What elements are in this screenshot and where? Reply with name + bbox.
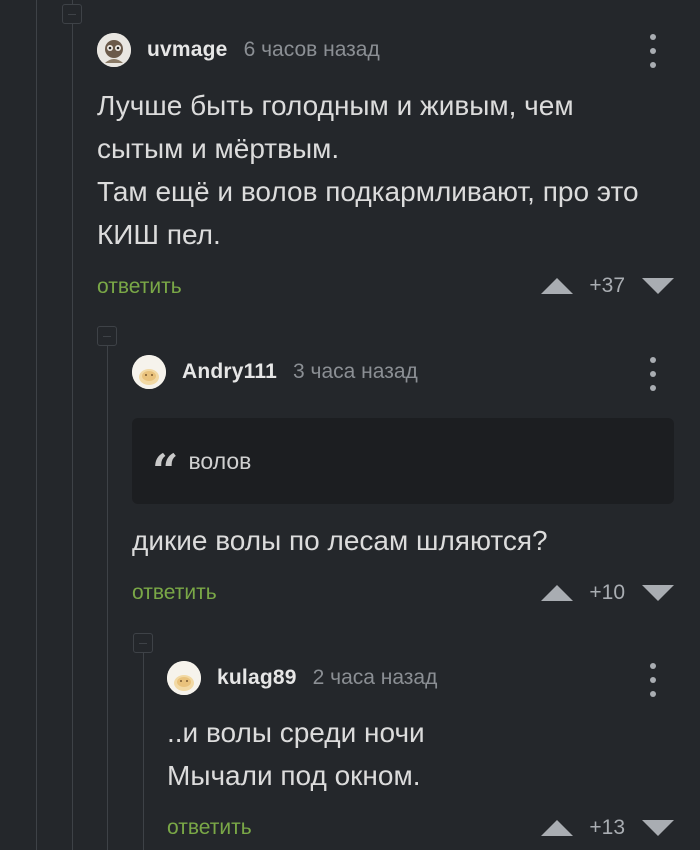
vote-score: +13 — [589, 816, 625, 839]
thread-line — [143, 645, 144, 850]
quote-block: “ волов — [132, 418, 674, 504]
avatar[interactable] — [167, 661, 201, 695]
thread-line — [72, 0, 73, 850]
comment: Andry111 3 часа назад “ волов дикие волы… — [132, 320, 700, 620]
comment-text-line: ..и волы среди ночи — [167, 717, 425, 748]
comment-text-line: Лучше быть голодным и живым, чем — [97, 90, 574, 121]
vote-score: +37 — [589, 274, 625, 297]
vote-controls: +10 — [541, 578, 674, 608]
comment-text: дикие волы по лесам шляются? — [132, 519, 692, 562]
comment-text-line: Там ещё и волов подкармливают, про это — [97, 176, 639, 207]
more-vertical-icon[interactable] — [648, 663, 658, 697]
comment-header: kulag89 2 часа назад — [167, 660, 437, 696]
comment-time: 3 часа назад — [293, 360, 418, 383]
quote-text: волов — [188, 447, 252, 474]
comment-text: Лучше быть голодным и живым, чем сытым и… — [97, 84, 697, 256]
triangle-up-icon[interactable] — [541, 278, 574, 294]
reply-link[interactable]: ответить — [132, 581, 217, 605]
comment-header: uvmage 6 часов назад — [97, 32, 380, 68]
triangle-down-icon[interactable] — [642, 278, 674, 294]
comment-text: ..и волы среди ночи Мычали под окном. — [167, 711, 687, 797]
avatar[interactable] — [132, 355, 166, 389]
comment-text-line: сытым и мёртвым. — [97, 133, 340, 164]
reply-link[interactable]: ответить — [97, 275, 182, 299]
username[interactable]: uvmage — [147, 38, 228, 62]
triangle-up-icon[interactable] — [541, 820, 574, 836]
reply-link[interactable]: ответить — [167, 816, 252, 840]
vote-controls: +37 — [541, 271, 674, 301]
collapse-minus-icon[interactable] — [62, 4, 82, 24]
comment-text-line: Мычали под окном. — [167, 760, 421, 791]
triangle-down-icon[interactable] — [642, 585, 674, 601]
comment-time: 6 часов назад — [243, 38, 380, 61]
comment-time: 2 часа назад — [312, 666, 438, 689]
triangle-down-icon[interactable] — [642, 820, 674, 836]
vote-score: +10 — [589, 581, 625, 604]
collapse-minus-icon[interactable] — [97, 326, 117, 346]
thread-line — [107, 338, 108, 850]
comment-text-line: дикие волы по лесам шляются? — [132, 525, 548, 556]
comment-text-line: КИШ пел. — [97, 219, 221, 250]
username[interactable]: Andry111 — [182, 360, 277, 384]
avatar[interactable] — [97, 33, 131, 67]
username[interactable]: kulag89 — [217, 666, 297, 690]
triangle-up-icon[interactable] — [541, 585, 574, 601]
more-vertical-icon[interactable] — [648, 357, 658, 391]
thread-line — [36, 0, 37, 850]
vote-controls: +13 — [541, 813, 674, 843]
comment-header: Andry111 3 часа назад — [132, 354, 418, 390]
more-vertical-icon[interactable] — [648, 34, 658, 68]
collapse-minus-icon[interactable] — [133, 633, 153, 653]
